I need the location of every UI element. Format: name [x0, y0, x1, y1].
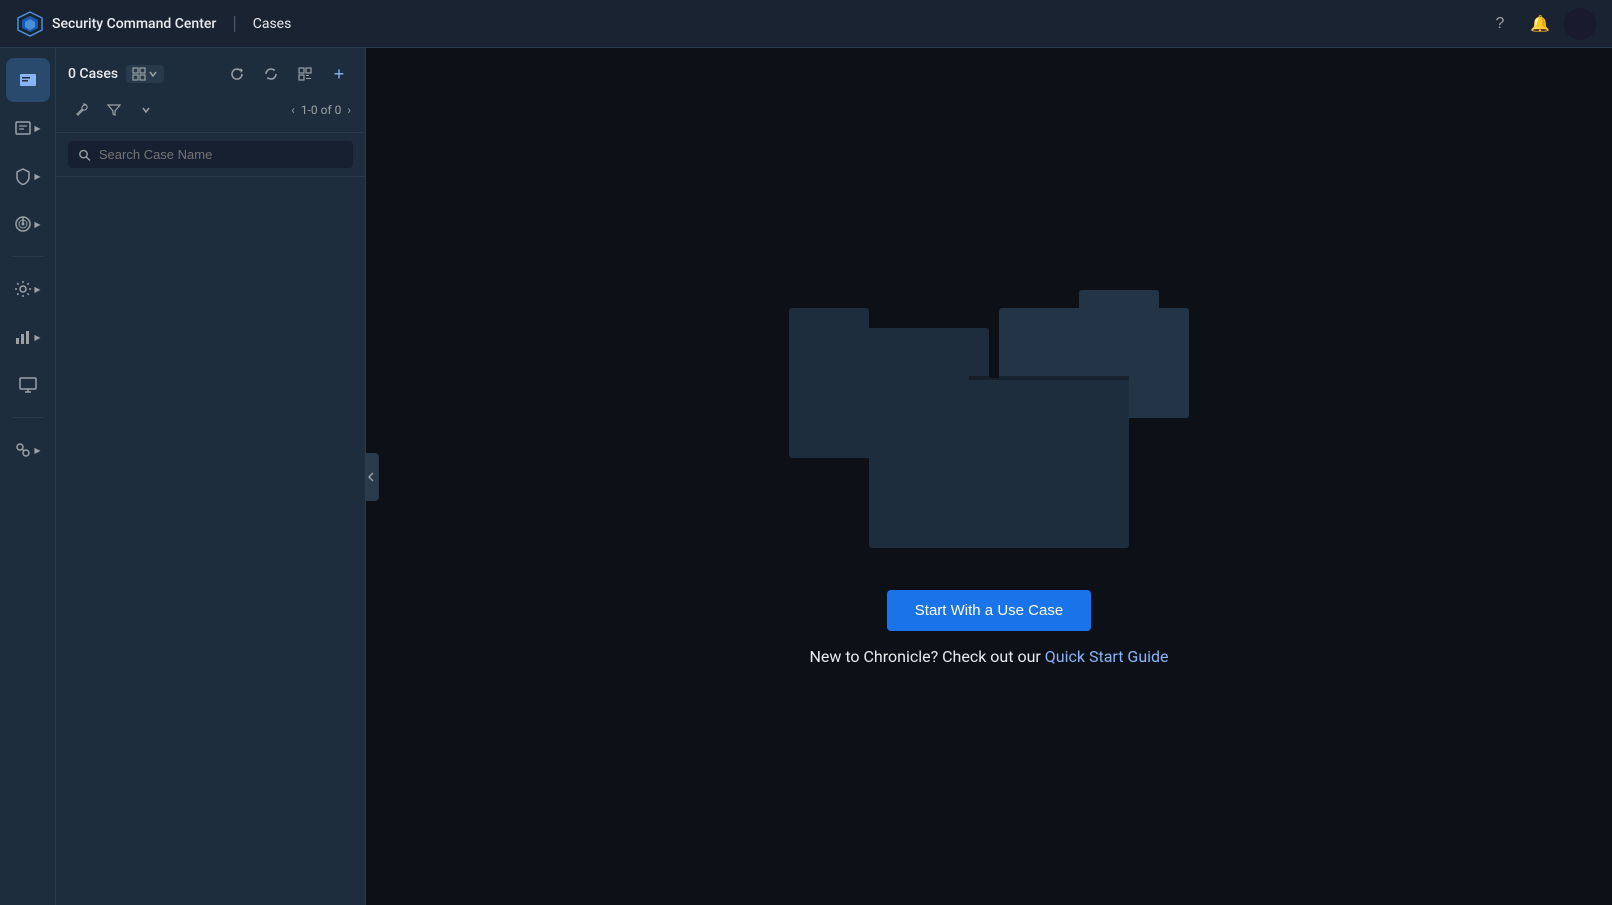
- pagination-prev[interactable]: ‹: [289, 101, 297, 119]
- tools-item-inner: ▶: [14, 441, 40, 459]
- alerts-icon: [14, 119, 32, 137]
- empty-state-actions: Start With a Use Case New to Chronicle? …: [809, 590, 1168, 666]
- settings-item-inner: ▶: [14, 280, 40, 298]
- search-bar: [56, 133, 365, 177]
- filter-button[interactable]: [100, 96, 128, 124]
- radar-icon: [14, 215, 32, 233]
- panel-header-actions: +: [223, 60, 353, 88]
- layout-button[interactable]: [291, 60, 319, 88]
- tools-icon: [14, 441, 32, 459]
- sidebar-item-alerts[interactable]: ▶: [6, 106, 50, 150]
- reports-item-inner: ▶: [14, 328, 40, 346]
- user-avatar[interactable]: [1564, 8, 1596, 40]
- grid-view-icon: [132, 67, 146, 81]
- sidebar-item-reports[interactable]: ▶: [6, 315, 50, 359]
- empty-folder-illustration: [769, 288, 1209, 558]
- filter-chevron-icon: [141, 105, 151, 115]
- help-icon: ?: [1496, 15, 1505, 33]
- search-icon: [78, 148, 91, 162]
- reports-arrow: ▶: [34, 333, 40, 342]
- refresh-button[interactable]: [223, 60, 251, 88]
- sidebar-divider-2: [12, 417, 44, 418]
- search-input[interactable]: [99, 147, 343, 162]
- nav-right: ? 🔔: [1484, 8, 1596, 40]
- nav-left: Security Command Center | Cases: [16, 10, 291, 38]
- panel-header-left: 0 Cases: [68, 65, 164, 83]
- app-title: Security Command Center: [52, 16, 216, 32]
- radar-item-inner: ▶: [14, 215, 40, 233]
- quick-start-prefix: New to Chronicle? Check out our: [809, 647, 1044, 666]
- shield-icon: [14, 167, 32, 185]
- panel-header-second: ‹ 1-0 of 0 ›: [68, 96, 353, 124]
- sidebar-item-tools[interactable]: ▶: [6, 428, 50, 472]
- chart-icon: [14, 328, 32, 346]
- quick-start-link[interactable]: Quick Start Guide: [1045, 647, 1169, 666]
- cases-count: 0 Cases: [68, 66, 118, 82]
- sync-button[interactable]: [257, 60, 285, 88]
- view-toggle[interactable]: [126, 65, 164, 83]
- filter-dropdown-button[interactable]: [132, 96, 160, 124]
- nav-page-title: Cases: [253, 16, 292, 32]
- toolbar-left: [68, 96, 160, 124]
- notifications-button[interactable]: 🔔: [1524, 8, 1556, 40]
- quick-start-text: New to Chronicle? Check out our Quick St…: [809, 647, 1168, 666]
- alerts-item-inner: ▶: [14, 119, 40, 137]
- panel-header-top: 0 Cases: [68, 60, 353, 88]
- security-item-inner: ▶: [14, 167, 40, 185]
- collapse-icon: [368, 471, 376, 483]
- sidebar-item-settings[interactable]: ▶: [6, 267, 50, 311]
- search-wrapper: [68, 141, 353, 168]
- settings-arrow: ▶: [34, 285, 40, 294]
- gear-icon: [14, 280, 32, 298]
- display-icon: [19, 376, 37, 394]
- panel-header: 0 Cases: [56, 48, 365, 133]
- chevron-down-icon: [148, 69, 158, 79]
- layout-icon: [298, 67, 312, 81]
- bell-icon: 🔔: [1530, 14, 1550, 34]
- app-logo: Security Command Center: [16, 10, 216, 38]
- sidebar-item-radar[interactable]: ▶: [6, 202, 50, 246]
- pagination: ‹ 1-0 of 0 ›: [289, 101, 353, 119]
- filter-icon: [107, 103, 121, 117]
- sidebar-divider-1: [12, 256, 44, 257]
- alerts-arrow: ▶: [34, 124, 40, 133]
- start-use-case-button[interactable]: Start With a Use Case: [887, 590, 1091, 631]
- help-button[interactable]: ?: [1484, 8, 1516, 40]
- security-arrow: ▶: [34, 172, 40, 181]
- cases-panel: 0 Cases: [56, 48, 366, 905]
- wrench-icon: [75, 103, 89, 117]
- sidebar-item-display[interactable]: [6, 363, 50, 407]
- empty-state: Start With a Use Case New to Chronicle? …: [769, 288, 1209, 666]
- main-content: Start With a Use Case New to Chronicle? …: [366, 48, 1612, 905]
- cases-icon: [18, 70, 38, 90]
- sync-icon: [264, 67, 278, 81]
- sidebar: ▶ ▶ ▶: [0, 48, 56, 905]
- main-layout: ▶ ▶ ▶: [0, 48, 1612, 905]
- wrench-button[interactable]: [68, 96, 96, 124]
- sidebar-item-security[interactable]: ▶: [6, 154, 50, 198]
- radar-arrow: ▶: [34, 220, 40, 229]
- app-logo-icon: [16, 10, 44, 38]
- tools-arrow: ▶: [34, 446, 40, 455]
- pagination-text: 1-0 of 0: [301, 103, 342, 117]
- pagination-next[interactable]: ›: [345, 101, 353, 119]
- add-case-button[interactable]: +: [325, 60, 353, 88]
- sidebar-item-cases[interactable]: [6, 58, 50, 102]
- nav-divider: |: [232, 13, 236, 34]
- collapse-panel-handle[interactable]: [365, 453, 379, 501]
- top-nav: Security Command Center | Cases ? 🔔: [0, 0, 1612, 48]
- refresh-icon: [230, 67, 244, 81]
